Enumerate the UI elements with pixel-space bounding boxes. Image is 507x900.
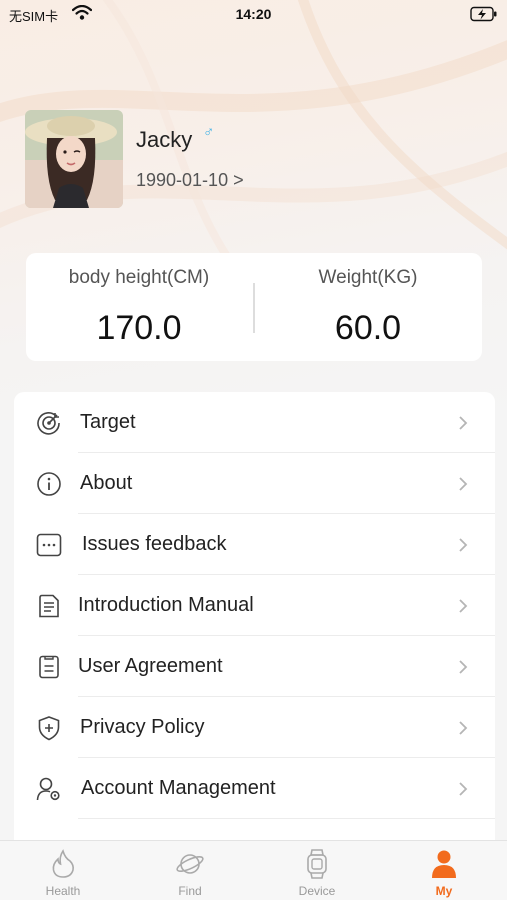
- menu-item-issues-feedback[interactable]: Issues feedback: [14, 514, 495, 575]
- chevron-right-icon: [457, 657, 469, 677]
- account-settings-icon: [36, 776, 62, 802]
- weight-label: Weight(KG): [318, 267, 418, 288]
- menu-divider: [78, 818, 495, 819]
- avatar[interactable]: [25, 110, 123, 208]
- body-stats-card: body height(CM) 170.0 Weight(KG) 60.0: [26, 253, 482, 361]
- chevron-right-icon: [457, 718, 469, 738]
- planet-icon: [176, 849, 204, 879]
- tab-find[interactable]: Find: [127, 841, 253, 900]
- document-icon: [36, 593, 62, 619]
- info-icon: [36, 471, 62, 497]
- menu-item-target[interactable]: Target: [14, 392, 495, 453]
- chevron-right-icon: [457, 474, 469, 494]
- menu-item-label: User Agreement: [78, 655, 223, 677]
- tab-health[interactable]: Health: [0, 841, 126, 900]
- flame-icon: [49, 849, 77, 879]
- target-icon: [36, 410, 62, 436]
- watch-icon: [303, 849, 331, 879]
- weight-stat[interactable]: Weight(KG) 60.0: [254, 253, 482, 361]
- height-stat[interactable]: body height(CM) 170.0: [26, 253, 254, 361]
- person-icon: [430, 849, 458, 879]
- tab-label: My: [435, 884, 453, 898]
- status-bar: 无SIM卡 14:20: [0, 0, 507, 28]
- menu-item-privacy-policy[interactable]: Privacy Policy: [14, 697, 495, 758]
- menu-item-label: Privacy Policy: [80, 716, 205, 738]
- tab-bar: Health Find Device My: [0, 840, 507, 900]
- menu-item-label: Account Management: [81, 777, 276, 799]
- profile-header[interactable]: Jacky ♂ 1990-01-10 >: [25, 110, 465, 210]
- menu-item-about[interactable]: About: [14, 453, 495, 514]
- chevron-right-icon: [457, 779, 469, 799]
- menu-item-user-agreement[interactable]: User Agreement: [14, 636, 495, 697]
- agreement-icon: [36, 654, 62, 680]
- height-value: 170.0: [96, 309, 182, 347]
- feedback-icon: [36, 532, 62, 558]
- menu-item-label: Target: [80, 411, 136, 433]
- tab-device[interactable]: Device: [254, 841, 380, 900]
- menu-item-label: Issues feedback: [82, 533, 227, 555]
- user-name: Jacky: [136, 127, 193, 152]
- settings-menu: Target About Issues feedback Introductio…: [14, 392, 495, 852]
- male-icon: ♂: [203, 124, 215, 141]
- tab-label: Find: [178, 884, 202, 898]
- chevron-right-icon: [457, 535, 469, 555]
- menu-item-label: About: [80, 472, 133, 494]
- shield-icon: [36, 715, 62, 741]
- tab-label: Health: [45, 884, 81, 898]
- menu-item-account-management[interactable]: Account Management: [14, 758, 495, 819]
- chevron-right-icon: [457, 413, 469, 433]
- battery-charging-icon: [470, 6, 498, 25]
- clock: 14:20: [235, 6, 272, 22]
- menu-item-introduction-manual[interactable]: Introduction Manual: [14, 575, 495, 636]
- chevron-right-icon: [457, 596, 469, 616]
- weight-value: 60.0: [334, 309, 402, 347]
- tab-label: Device: [298, 884, 336, 898]
- height-label: body height(CM): [68, 267, 210, 288]
- tab-my[interactable]: My: [381, 841, 507, 900]
- birthdate-link[interactable]: 1990-01-10 >: [136, 170, 244, 191]
- menu-item-label: Introduction Manual: [78, 594, 254, 616]
